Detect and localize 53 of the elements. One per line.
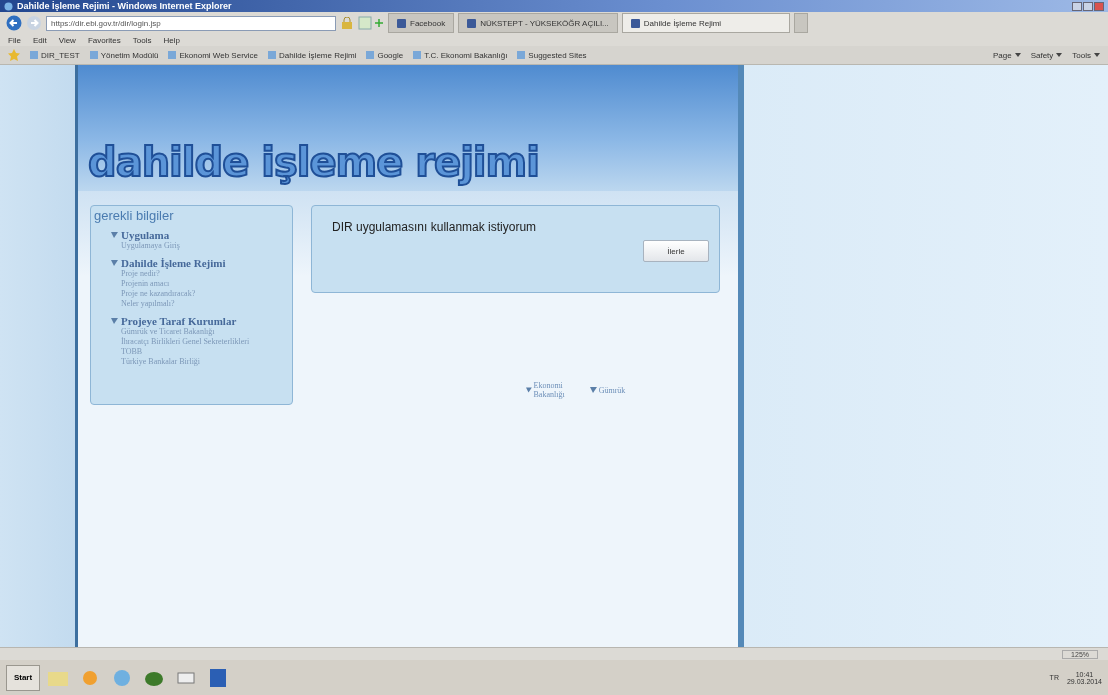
caret-icon	[1056, 53, 1063, 57]
caret-icon	[1014, 53, 1021, 57]
arrow-bullet-icon	[589, 387, 597, 393]
star-icon[interactable]	[8, 49, 20, 61]
window-title: Dahilde İşleme Rejimi - Windows Internet Explorer	[17, 1, 232, 11]
menu-item[interactable]: File	[8, 35, 21, 45]
new-tab-button[interactable]	[793, 13, 808, 33]
page-icon	[366, 51, 375, 59]
favorite-link[interactable]: Dahilde İşleme Rejimi	[268, 50, 357, 60]
browser-tab[interactable]: Facebook	[388, 13, 455, 33]
menu-item[interactable]: Tools	[132, 35, 152, 45]
maximize-button[interactable]	[1083, 1, 1093, 11]
menu-item[interactable]: Favorites	[87, 35, 121, 45]
lock-icon	[340, 17, 354, 29]
browser-tab[interactable]: Dahilde İşleme Rejimi	[621, 13, 790, 33]
page-icon	[168, 51, 177, 59]
favorite-link[interactable]: DIR_TEST	[30, 50, 80, 60]
start-button[interactable]: Start	[6, 664, 40, 691]
favorite-link[interactable]: Ekonomi Web Service	[168, 50, 259, 60]
page-icon	[413, 51, 422, 59]
page-icon	[89, 51, 98, 59]
command-menu[interactable]: Safety	[1030, 50, 1063, 60]
continue-button[interactable]: İlerle	[643, 240, 709, 262]
favorite-link[interactable]: Google	[366, 50, 404, 60]
menu-item[interactable]: Edit	[32, 35, 47, 45]
minimize-button[interactable]	[1072, 1, 1082, 11]
section-heading[interactable]: Dahilde İşleme Rejimi	[121, 257, 226, 269]
message-text: DIR uygulamasını kullanmak istiyorum	[332, 220, 538, 234]
favorite-link[interactable]: Yönetim Modülü	[89, 50, 159, 60]
browser-icon	[4, 1, 13, 11]
sidebar-title: gerekli bilgiler	[93, 207, 175, 225]
close-button[interactable]	[1094, 1, 1104, 11]
command-menu[interactable]: Page	[992, 50, 1021, 60]
back-icon[interactable]	[6, 15, 22, 31]
command-menu[interactable]: Tools	[1072, 50, 1100, 60]
arrow-bullet-icon	[111, 232, 118, 238]
menu-item[interactable]: View	[58, 35, 76, 45]
menu-item[interactable]: Help	[163, 35, 180, 45]
page-icon	[30, 51, 38, 59]
refresh-icon[interactable]	[358, 16, 384, 30]
arrow-bullet-icon	[111, 260, 118, 266]
section-heading[interactable]: Projeye Taraf Kurumlar	[121, 315, 237, 327]
arrow-bullet-icon	[525, 387, 532, 393]
arrow-bullet-icon	[111, 318, 118, 324]
address-field[interactable]: https://dir.ebi.gov.tr/dir/login.jsp	[46, 15, 336, 31]
browser-tab[interactable]: NÜKSTEPT - YÜKSEKÖĞR AÇILI...	[458, 13, 618, 33]
page-icon	[268, 51, 277, 59]
favorite-link[interactable]: T.C. Ekonomi Bakanlığı	[413, 50, 508, 60]
page-icon	[517, 51, 526, 59]
caret-icon	[1094, 53, 1100, 57]
favorite-link[interactable]: Suggested Sites	[517, 50, 587, 60]
site-logo: dahilde işleme rejimi	[88, 139, 539, 185]
section-heading[interactable]: Uygulama	[121, 229, 170, 241]
